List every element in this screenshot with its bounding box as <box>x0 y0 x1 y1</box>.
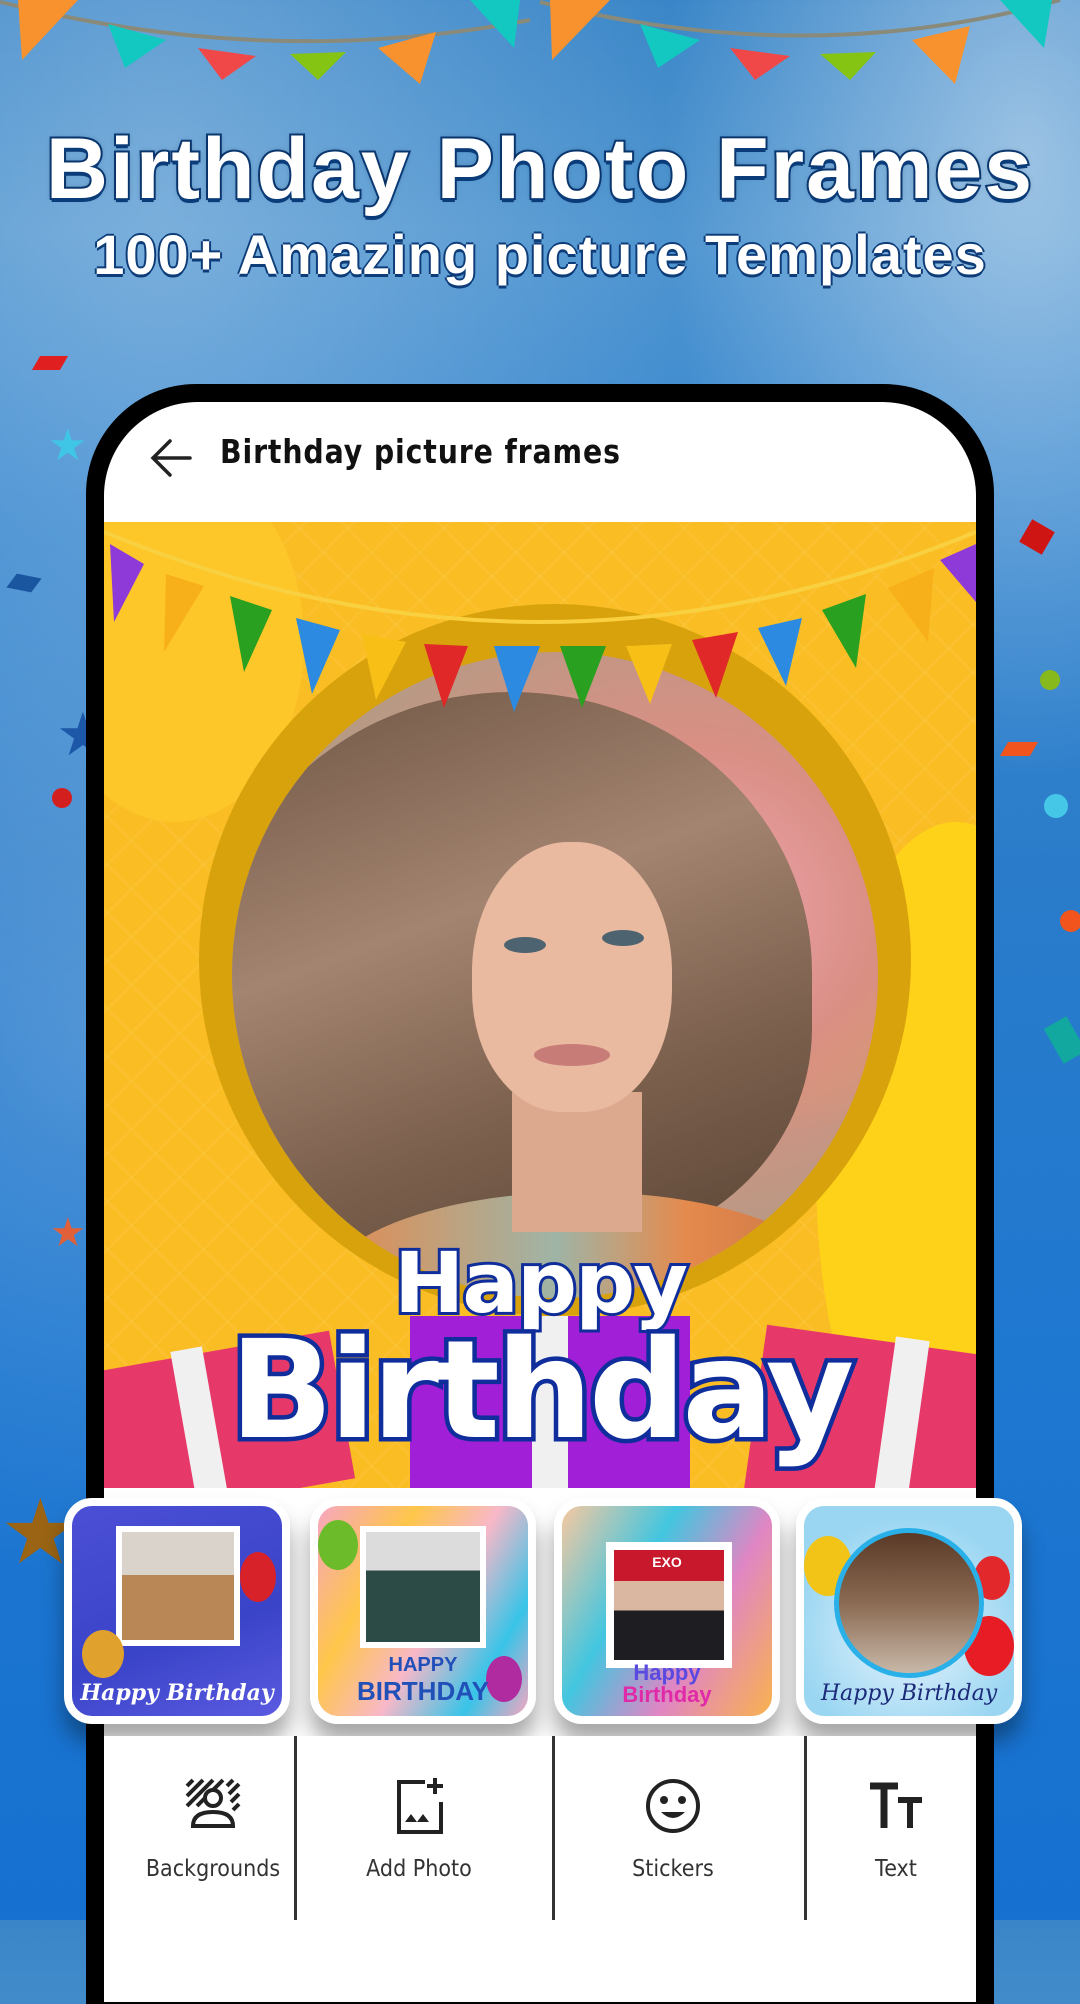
template-caption: Happy Birthday <box>820 1681 998 1706</box>
text-icon <box>870 1782 922 1828</box>
arrow-left-icon[interactable] <box>148 435 194 481</box>
flag <box>730 48 790 80</box>
confetti <box>1060 910 1080 932</box>
confetti <box>52 788 72 808</box>
toolbar-stickers[interactable]: Stickers <box>564 1736 782 1920</box>
template-card[interactable]: EXO Happy Birthday <box>554 1498 780 1724</box>
page-title: Birthday picture frames <box>220 432 621 471</box>
toolbar-text[interactable]: Text <box>816 1736 976 1920</box>
balloon <box>82 1630 124 1678</box>
template-caption-line1: HAPPY <box>388 1654 458 1676</box>
toolbar-backgrounds[interactable]: Backgrounds <box>104 1736 322 1920</box>
backgrounds-icon <box>185 1778 241 1828</box>
balloon <box>318 1520 358 1570</box>
canvas-bunting <box>104 530 976 712</box>
confetti <box>1040 670 1060 690</box>
editor-toolbar: Backgrounds Add Photo Stickers Text <box>104 1736 976 1920</box>
toolbar-label: Text <box>875 1856 917 1882</box>
flag <box>290 52 346 80</box>
toolbar-add-photo[interactable]: Add Photo <box>310 1736 528 1920</box>
flag <box>550 0 610 60</box>
hero-title: Birthday Photo Frames <box>44 119 1035 219</box>
bunting-decoration <box>0 0 1061 84</box>
app-bar: Birthday picture frames <box>104 402 976 522</box>
template-badge: EXO <box>652 1554 682 1570</box>
smiley-icon <box>646 1779 700 1833</box>
photo-eye <box>504 937 546 953</box>
photo-eye <box>602 930 644 946</box>
user-photo[interactable] <box>232 652 878 1298</box>
confetti-star: ★ <box>48 421 88 470</box>
greeting-line-2[interactable]: Birthday <box>104 1308 976 1475</box>
add-photo-icon <box>397 1778 443 1834</box>
flag <box>18 0 78 60</box>
toolbar-label: Stickers <box>632 1856 714 1882</box>
photo-neck <box>512 1092 642 1232</box>
divider <box>552 1736 555 1920</box>
flag <box>1000 0 1052 48</box>
flag <box>470 0 520 48</box>
template-photo <box>366 1532 480 1642</box>
template-photo <box>834 1528 984 1678</box>
divider <box>804 1736 807 1920</box>
template-carousel: Happy Birthday HAPPY BIRTHDAY EXO Happy … <box>64 1498 1024 1724</box>
photo-face <box>472 842 672 1112</box>
toolbar-label: Add Photo <box>366 1856 472 1882</box>
balloon <box>240 1552 276 1602</box>
confetti-star: ★ <box>50 1211 86 1255</box>
template-caption: Happy Birthday <box>80 1680 274 1706</box>
flag <box>912 26 970 84</box>
hero-subtitle: 100+ Amazing picture Templates <box>93 223 987 286</box>
template-card[interactable]: HAPPY BIRTHDAY <box>310 1498 536 1724</box>
photo-lips <box>534 1044 610 1066</box>
frame-preview-canvas[interactable]: Happy Birthday <box>104 522 976 1488</box>
template-photo <box>122 1532 234 1640</box>
divider <box>294 1736 297 1920</box>
template-card[interactable]: Happy Birthday <box>64 1498 290 1724</box>
toolbar-label: Backgrounds <box>145 1856 281 1882</box>
template-caption-line2: BIRTHDAY <box>357 1676 489 1706</box>
template-card[interactable]: Happy Birthday <box>796 1498 1022 1724</box>
confetti <box>1044 794 1068 818</box>
flag <box>198 48 256 80</box>
template-caption-line2: Birthday <box>622 1682 712 1707</box>
flag <box>820 52 876 80</box>
